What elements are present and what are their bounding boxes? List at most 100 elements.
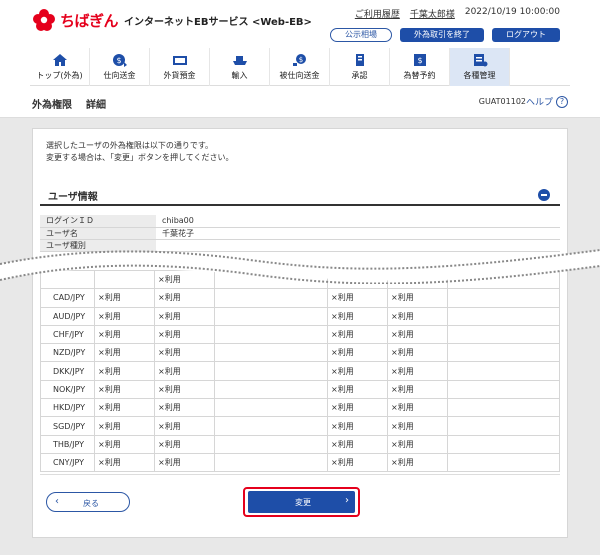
back-label: 戻る xyxy=(83,499,99,508)
nav-fx-deposit[interactable]: 外貨預金 xyxy=(150,48,210,86)
brand-name: ちばぎん xyxy=(60,11,119,30)
currency-cell: CAD/JPY xyxy=(40,288,95,308)
permission-cell xyxy=(214,434,328,454)
nav-incoming-remittance[interactable]: $ 被仕向送金 xyxy=(270,48,330,86)
logout-button[interactable]: ログアウト xyxy=(492,28,560,42)
page-title-main: 外為権限 xyxy=(32,100,72,111)
nav-label: 承認 xyxy=(351,71,368,80)
nav-label: 仕向送金 xyxy=(103,71,136,80)
help-label: ヘルプ xyxy=(525,98,553,108)
change-button[interactable]: 変更 › xyxy=(248,491,355,513)
permission-cell: ×利用 xyxy=(327,398,388,418)
end-fx-button[interactable]: 外為取引を終了 xyxy=(400,28,484,42)
nav-label: 為替予約 xyxy=(403,71,436,80)
table-row: AUD/JPY ×利用 ×利用 ×利用 ×利用 xyxy=(40,306,560,326)
permission-cell: ×利用 xyxy=(94,306,155,326)
table-row: NZD/JPY ×利用 ×利用 ×利用 ×利用 xyxy=(40,343,560,363)
collapse-minus-icon[interactable] xyxy=(538,189,550,201)
page-title: 外為権限 詳細 xyxy=(32,96,106,111)
permission-cell xyxy=(447,398,560,418)
permission-cell: ×利用 xyxy=(94,398,155,418)
currency-cell: NOK/JPY xyxy=(40,379,95,400)
fx-reservation-icon: $ xyxy=(413,54,426,66)
permission-cell xyxy=(214,452,328,473)
info-key: ユーザ名 xyxy=(40,227,156,240)
permission-cell: ×利用 xyxy=(154,343,215,363)
permission-cell: ×利用 xyxy=(154,434,215,454)
permission-cell: ×利用 xyxy=(387,288,448,308)
currency-cell: SGD/JPY xyxy=(40,416,95,436)
screen-code: GUAT01102 xyxy=(478,97,526,106)
page: ちばぎん インターネットEBサービス <Web-EB> ご利用履歴 千葉太郎様 … xyxy=(0,0,600,555)
nav-label: 輸入 xyxy=(231,71,248,80)
help-link[interactable]: ヘルプ ? xyxy=(526,95,568,108)
nav-import[interactable]: 輸入 xyxy=(210,48,270,86)
permission-cell: ×利用 xyxy=(327,343,388,363)
permission-cell: ×利用 xyxy=(94,288,155,308)
table-row: HKD/JPY ×利用 ×利用 ×利用 ×利用 xyxy=(40,398,560,418)
back-button[interactable]: ‹ 戻る xyxy=(46,492,130,512)
permission-cell: ×利用 xyxy=(94,379,155,400)
user-name-link[interactable]: 千葉太郎様 xyxy=(410,7,455,20)
public-rates-button[interactable]: 公示相場 xyxy=(330,28,392,42)
permission-cell: ×利用 xyxy=(94,361,155,381)
section-title: ユーザ情報 xyxy=(48,192,98,203)
permission-cell: ×利用 xyxy=(327,416,388,436)
intro-text: 選択したユーザの外為権限は以下の通りです。 変更する場合は、「変更」ボタンを押し… xyxy=(46,140,234,164)
permission-cell xyxy=(214,416,328,436)
permission-cell xyxy=(447,288,560,308)
permission-cell: ×利用 xyxy=(387,416,448,436)
table-row: THB/JPY ×利用 ×利用 ×利用 ×利用 xyxy=(40,434,560,454)
intro-line: 変更する場合は、「変更」ボタンを押してください。 xyxy=(46,153,234,162)
permission-cell xyxy=(214,398,328,418)
omitted-section-wave-divider xyxy=(0,249,600,284)
header-buttons: 公示相場 外為取引を終了 ログアウト xyxy=(330,28,560,42)
permission-cell: ×利用 xyxy=(94,324,155,345)
page-subtitle: 詳細 xyxy=(86,100,106,111)
import-ship-icon xyxy=(232,56,247,65)
table-row: CAD/JPY ×利用 ×利用 ×利用 ×利用 xyxy=(40,288,560,308)
permission-cell: ×利用 xyxy=(327,324,388,345)
permission-cell xyxy=(214,379,328,400)
top-links: ご利用履歴 千葉太郎様 2022/10/19 10:00:00 xyxy=(355,7,560,20)
info-value: 千葉花子 xyxy=(156,227,560,240)
nav-approval[interactable]: 承認 xyxy=(330,48,390,86)
chevron-right-icon: › xyxy=(345,495,349,506)
permission-cell: ×利用 xyxy=(387,361,448,381)
permission-cell xyxy=(447,343,560,363)
permission-cell: ×利用 xyxy=(387,398,448,418)
permission-cell: ×利用 xyxy=(327,452,388,473)
bank-logo[interactable]: ちばぎん インターネットEBサービス <Web-EB> xyxy=(32,8,312,32)
nav-fx-reservation[interactable]: $ 為替予約 xyxy=(390,48,450,86)
main-nav: トップ(外為) $ 仕向送金 外貨預金 輸入 $ 被仕向送金 承認 $ 為替予約… xyxy=(30,48,570,86)
nav-top[interactable]: トップ(外為) xyxy=(30,48,90,86)
currency-cell: CHF/JPY xyxy=(40,324,95,345)
currency-cell: THB/JPY xyxy=(40,434,95,454)
permission-cell xyxy=(447,306,560,326)
permission-cell: ×利用 xyxy=(327,306,388,326)
permission-cell xyxy=(214,306,328,326)
permission-cell: ×利用 xyxy=(94,434,155,454)
permission-cell: ×利用 xyxy=(94,416,155,436)
permission-cell: ×利用 xyxy=(387,379,448,400)
nav-label: 被仕向送金 xyxy=(279,71,320,80)
permission-cell: ×利用 xyxy=(154,398,215,418)
nav-label: 外貨預金 xyxy=(163,71,196,80)
chibagin-flower-logo-icon xyxy=(33,9,55,31)
info-value: chiba00 xyxy=(156,215,560,228)
permission-cell: ×利用 xyxy=(154,379,215,400)
nav-outgoing-remittance[interactable]: $ 仕向送金 xyxy=(90,48,150,86)
footer-divider xyxy=(40,474,560,475)
table-row: NOK/JPY ×利用 ×利用 ×利用 ×利用 xyxy=(40,379,560,400)
permission-cell xyxy=(214,288,328,308)
permission-cell xyxy=(214,324,328,345)
usage-history-link[interactable]: ご利用履歴 xyxy=(355,7,400,20)
nav-label: 各種管理 xyxy=(463,71,496,80)
nav-management[interactable]: 各種管理 xyxy=(450,48,510,86)
permission-cell xyxy=(447,361,560,381)
permission-cell: ×利用 xyxy=(94,452,155,473)
permission-cell: ×利用 xyxy=(94,343,155,363)
permission-cell: ×利用 xyxy=(154,452,215,473)
permission-cell: ×利用 xyxy=(387,306,448,326)
table-row: CNY/JPY ×利用 ×利用 ×利用 ×利用 xyxy=(40,452,560,473)
